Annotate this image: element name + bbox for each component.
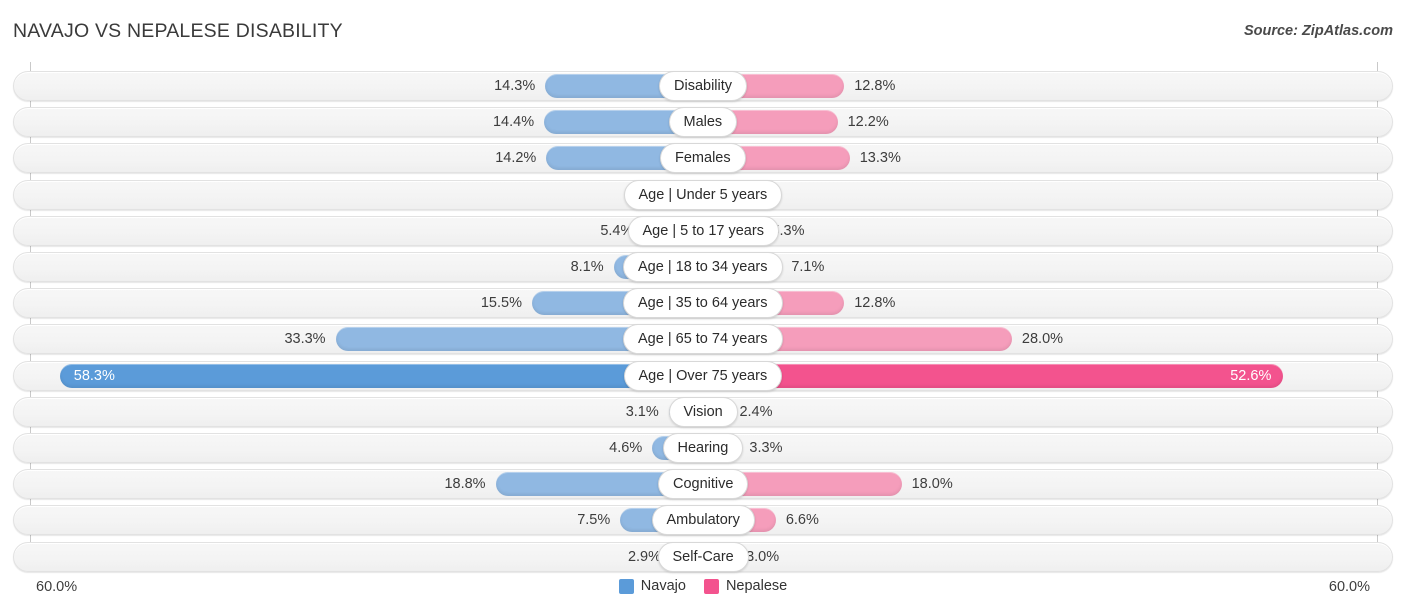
value-label-navajo: 8.1% (570, 259, 604, 275)
bar-row: 33.3% 28.0% Age | 65 to 74 years (13, 324, 1393, 355)
category-label-pill: Age | Under 5 years (623, 179, 783, 210)
bar-row: 2.9% 3.0% Self-Care (13, 541, 1393, 572)
value-label-navajo: 3.1% (625, 403, 659, 420)
value-label-nepalese: 6.6% (785, 512, 819, 529)
value-label-navajo: 4.6% (609, 440, 643, 456)
value-label-navajo: 14.2% (495, 150, 537, 167)
bar-row: 14.3% 12.8% Disability (13, 71, 1393, 101)
chart-plot-area: 14.3% 12.8% Disability 14.4% 12.2% Males 14.2%… (0, 62, 1406, 572)
category-label-pill: Age | Over 75 years (623, 360, 783, 391)
value-label-navajo: 7.5% (577, 512, 611, 529)
bar-row: 18.8% 18.0% Cognitive (13, 469, 1393, 500)
value-label-nepalese: 3.3% (749, 440, 783, 456)
legend-swatch-icon (703, 578, 719, 594)
bar-row: 15.5% 12.8% Age | 35 to 64 years (13, 288, 1393, 319)
legend-label: Navajo (640, 578, 686, 594)
value-label-navajo: 33.3% (284, 331, 326, 348)
category-label-pill: Females (660, 143, 746, 174)
bar-row: 3.1% 2.4% Vision (13, 396, 1393, 427)
bar-row: 7.5% 6.6% Ambulatory (13, 505, 1393, 536)
bar-row: 5.4% 5.3% Age | 5 to 17 years (13, 215, 1393, 246)
legend-item[interactable]: Nepalese (703, 578, 788, 594)
value-label-navajo: 14.3% (494, 78, 536, 94)
value-label-navajo: 14.4% (492, 114, 535, 131)
legend-label: Nepalese (725, 578, 788, 594)
value-label-nepalese: 28.0% (1021, 331, 1064, 348)
bar-row: 4.6% 3.3% Hearing (13, 433, 1393, 463)
bar-row: 14.2% 13.3% Females (13, 143, 1393, 174)
category-label-pill: Age | 5 to 17 years (627, 215, 779, 246)
value-label-nepalese: 12.2% (847, 114, 889, 131)
value-label-nepalese: 7.1% (791, 259, 825, 275)
category-label-pill: Age | 35 to 64 years (623, 288, 783, 319)
category-label-pill: Self-Care (657, 541, 749, 572)
legend-item[interactable]: Navajo (618, 578, 686, 594)
value-label-nepalese: 52.6% (1230, 367, 1272, 384)
chart-footer: 60.0% 60.0% Navajo Nepalese (0, 572, 1406, 612)
category-label-pill: Vision (668, 396, 738, 427)
source-attribution: Source: ZipAtlas.com (1243, 23, 1393, 39)
legend-swatch-icon (618, 578, 634, 594)
category-label-pill: Age | 65 to 74 years (623, 324, 783, 355)
category-label-pill: Males (668, 107, 738, 138)
category-label-pill: Disability (659, 71, 748, 101)
value-label-navajo: 15.5% (480, 295, 522, 312)
value-label-navajo: 5.4% (600, 222, 634, 239)
value-label-nepalese: 13.3% (859, 150, 901, 167)
page-title: NAVAJO VS NEPALESE DISABILITY (13, 20, 343, 42)
bar-row: 1.6%0.97%Age | Under 5 years (13, 179, 1393, 210)
bar-row: 14.4% 12.2% Males (13, 107, 1393, 138)
bar-row: 58.3% 52.6% Age | Over 75 years (13, 360, 1393, 391)
value-label-navajo: 58.3% (73, 367, 115, 384)
value-label-navajo: 18.8% (444, 476, 486, 493)
chart-legend: Navajo Nepalese (0, 578, 1406, 594)
category-label-pill: Age | 18 to 34 years (623, 252, 783, 282)
value-label-nepalese: 12.8% (854, 78, 896, 94)
value-label-navajo: 2.9% (627, 548, 661, 565)
chart-header: NAVAJO VS NEPALESE DISABILITY Source: Zi… (0, 0, 1406, 62)
category-label-pill: Cognitive (658, 469, 749, 500)
bar-row: 8.1% 7.1% Age | 18 to 34 years (13, 252, 1393, 282)
value-label-nepalese: 2.4% (739, 403, 773, 420)
value-label-nepalese: 12.8% (854, 295, 896, 312)
value-label-nepalese: 3.0% (746, 548, 780, 565)
value-label-nepalese: 18.0% (911, 476, 953, 493)
category-label-pill: Hearing (662, 433, 744, 463)
value-label-nepalese: 5.3% (771, 222, 805, 239)
category-label-pill: Ambulatory (651, 505, 755, 536)
